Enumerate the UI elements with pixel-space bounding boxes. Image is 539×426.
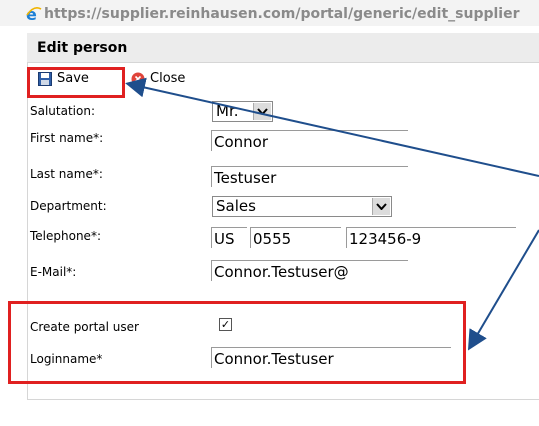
arrow-to-save (125, 77, 539, 177)
arrow-to-portal-user (467, 229, 539, 351)
annotation-arrows (125, 77, 539, 351)
